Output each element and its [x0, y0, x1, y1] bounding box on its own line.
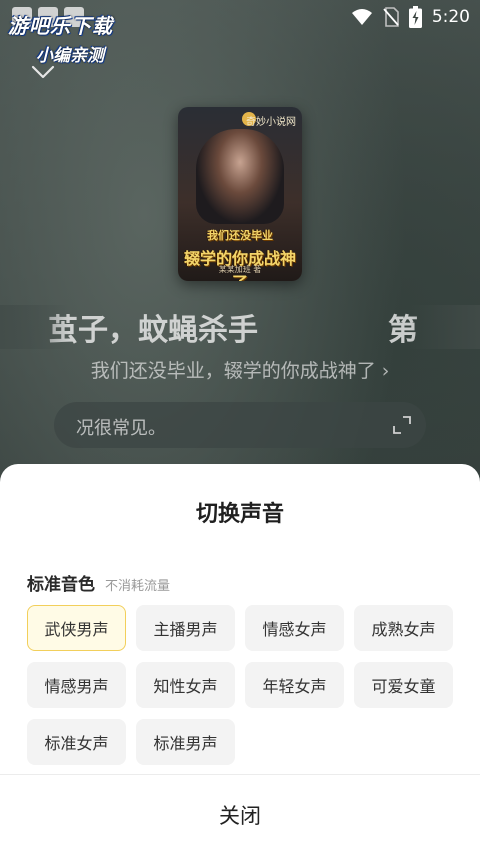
cover-author: 某某加班 著	[218, 265, 262, 274]
lyric-text: 况很常见。	[76, 418, 166, 439]
cover-badge: 奇妙小说网	[246, 117, 296, 128]
chapter-scroll-text-2: 第	[388, 313, 418, 348]
cover-title-line1: 我们还没毕业	[207, 229, 273, 242]
voice-option[interactable]: 主播男声	[136, 605, 235, 651]
book-title-link[interactable]: 我们还没毕业，辍学的你成战神了 ›	[0, 356, 480, 383]
cover-character-art	[196, 129, 284, 224]
close-button[interactable]: 关闭	[0, 775, 480, 855]
voice-options-grid: 武侠男声 主播男声 情感女声 成熟女声情感男声 知性女声 年轻女声 可爱女童标准女声 标准男声	[27, 605, 457, 765]
voice-option[interactable]: 情感男声	[27, 662, 126, 708]
battery-charging-icon	[408, 6, 422, 28]
cover-title-line2: 辍学的你成战神了	[183, 249, 296, 281]
expand-icon[interactable]	[392, 415, 412, 435]
chapter-scroll-title: 茧子，蚊蝇杀手 第	[0, 305, 480, 349]
lyric-bar[interactable]: 况很常见。	[54, 402, 426, 448]
section-title: 标准音色	[27, 575, 95, 595]
wifi-icon	[351, 9, 372, 25]
voice-option[interactable]: 年轻女声	[245, 662, 344, 708]
book-title: 我们还没毕业，辍学的你成战神了	[90, 360, 376, 382]
voice-option[interactable]: 标准男声	[136, 719, 235, 765]
section-subtitle: 不消耗流量	[105, 579, 171, 594]
chevron-down-icon[interactable]	[30, 62, 56, 82]
watermark-logo: 游吧乐下载 小编亲测	[8, 10, 158, 66]
voice-switch-sheet: 切换声音 标准音色 不消耗流量 武侠男声 主播男声 情感女声 成熟女声情感男声 知性女声…	[0, 464, 480, 855]
sheet-title: 切换声音	[195, 502, 284, 527]
voice-option[interactable]: 情感女声	[245, 605, 344, 651]
no-sim-icon	[383, 7, 399, 27]
section-header: 标准音色 不消耗流量	[27, 570, 170, 595]
voice-option[interactable]: 知性女声	[136, 662, 235, 708]
system-icons: 5:20	[351, 4, 470, 30]
chapter-scroll-text: 茧子，蚊蝇杀手	[48, 313, 258, 348]
book-cover[interactable]: 奇妙小说网 我们还没毕业 辍学的你成战神了 某某加班 著	[178, 107, 302, 281]
voice-option[interactable]: 成熟女声	[354, 605, 453, 651]
chevron-right-icon: ›	[381, 360, 390, 382]
watermark-line1: 游吧乐下载	[8, 14, 113, 38]
status-time: 5:20	[431, 7, 470, 27]
voice-option[interactable]: 武侠男声	[27, 605, 126, 651]
voice-option[interactable]: 可爱女童	[354, 662, 453, 708]
voice-option[interactable]: 标准女声	[27, 719, 126, 765]
